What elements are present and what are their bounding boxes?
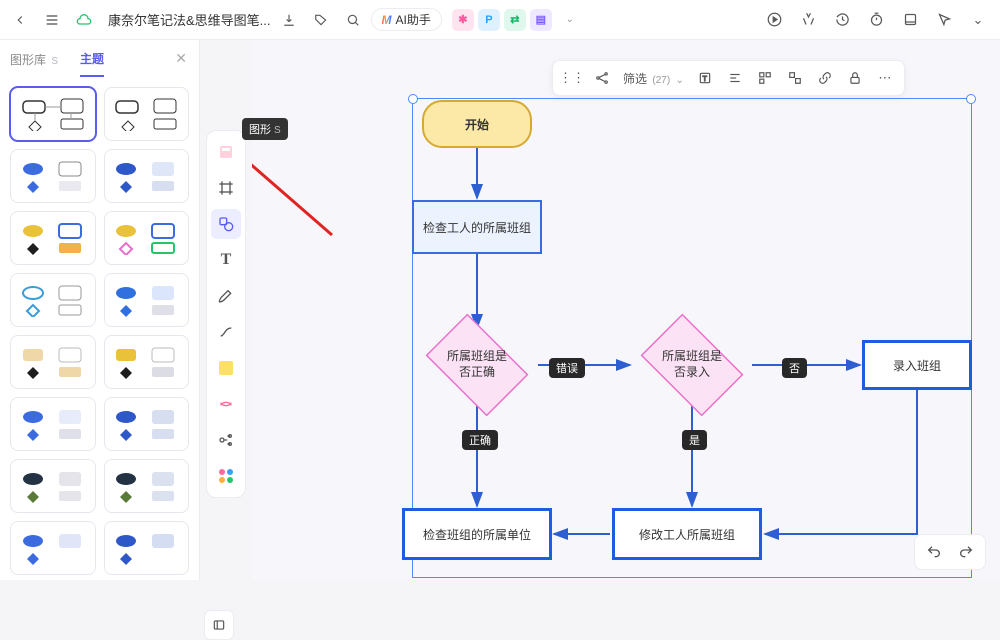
replace-shape-icon[interactable] <box>782 65 808 91</box>
edge-label-yes: 是 <box>682 430 707 450</box>
lock-icon[interactable] <box>842 65 868 91</box>
node-decision-correct[interactable]: 所属班组是 否正确 <box>417 324 537 406</box>
node-check-unit[interactable]: 检查班组的所属单位 <box>402 508 552 560</box>
cloud-icon <box>70 6 98 34</box>
selection-count[interactable]: 筛选 (27) ⌄ <box>619 70 688 87</box>
theme-card[interactable] <box>10 273 96 327</box>
node-start[interactable]: 开始 <box>422 100 532 148</box>
search-button[interactable] <box>339 6 367 34</box>
play-button[interactable] <box>760 6 788 34</box>
app-chip-4[interactable]: ▤ <box>530 9 552 31</box>
theme-card[interactable] <box>10 87 96 141</box>
back-button[interactable] <box>6 6 34 34</box>
template-tool[interactable] <box>211 137 241 167</box>
app-switcher: ✱ P ⇄ ▤ <box>452 9 552 31</box>
canvas[interactable]: ⋮⋮ 筛选 (27) ⌄ T ⋯ 开始 <box>252 40 1000 580</box>
theme-card[interactable] <box>104 335 190 389</box>
app-chip-3[interactable]: ⇄ <box>504 9 526 31</box>
close-panel-icon[interactable]: ✕ <box>175 50 187 67</box>
node-modify-group[interactable]: 修改工人所属班组 <box>612 508 762 560</box>
timer-button[interactable] <box>862 6 890 34</box>
theme-card[interactable] <box>104 211 190 265</box>
undo-redo-bar <box>914 534 986 570</box>
more-icon[interactable]: ⋯ <box>872 65 898 91</box>
edge-label-wrong: 错误 <box>549 358 585 378</box>
undo-button[interactable] <box>921 539 947 565</box>
top-toolbar: 康奈尔笔记法&思维导图笔... MAI助手 ✱ P ⇄ ▤ ⌄ ⌄ <box>0 0 1000 40</box>
theme-card[interactable] <box>104 149 190 203</box>
tab-shapes-key: S <box>51 56 58 67</box>
app-chip-2[interactable]: P <box>478 9 500 31</box>
sticky-tool[interactable] <box>211 353 241 383</box>
insert-button[interactable] <box>896 6 924 34</box>
link-icon[interactable] <box>812 65 838 91</box>
share-node-icon[interactable] <box>589 65 615 91</box>
theme-card[interactable] <box>104 397 190 451</box>
edge-label-no: 否 <box>782 358 807 378</box>
selection-toolbar: ⋮⋮ 筛选 (27) ⌄ T ⋯ <box>552 60 905 96</box>
shape-tooltip: 图形S <box>242 118 288 140</box>
theme-card[interactable] <box>10 211 96 265</box>
apps-tool[interactable] <box>211 461 241 491</box>
more-apps-icon[interactable]: ⌄ <box>556 6 584 34</box>
theme-card[interactable] <box>104 521 190 575</box>
edge-label-correct: 正确 <box>462 430 498 450</box>
shape-tool[interactable] <box>211 209 241 239</box>
align-icon[interactable] <box>722 65 748 91</box>
present-button[interactable] <box>794 6 822 34</box>
mindmap-tool[interactable] <box>211 425 241 455</box>
more-shapes-tool[interactable] <box>211 389 241 419</box>
theme-card[interactable] <box>10 397 96 451</box>
document-title[interactable]: 康奈尔笔记法&思维导图笔... <box>108 10 271 29</box>
layout-icon[interactable] <box>752 65 778 91</box>
text-tool[interactable]: T <box>211 245 241 275</box>
pen-tool[interactable] <box>211 281 241 311</box>
theme-card[interactable] <box>104 273 190 327</box>
tab-shapes-label: 图形库 <box>10 53 46 67</box>
tag-button[interactable] <box>307 6 335 34</box>
download-button[interactable] <box>275 6 303 34</box>
menu-button[interactable] <box>38 6 66 34</box>
node-enter-group[interactable]: 录入班组 <box>862 340 972 390</box>
pointer-button[interactable] <box>930 6 958 34</box>
overflow-button[interactable]: ⌄ <box>964 6 992 34</box>
theme-card[interactable] <box>10 149 96 203</box>
tab-theme[interactable]: 主题 <box>80 50 104 77</box>
svg-text:T: T <box>703 76 708 83</box>
text-style-icon[interactable]: T <box>692 65 718 91</box>
theme-card[interactable] <box>104 87 190 141</box>
node-decision-entered[interactable]: 所属班组是 否录入 <box>632 324 752 406</box>
theme-grid <box>0 77 199 580</box>
theme-card[interactable] <box>10 521 96 575</box>
connector-tool[interactable] <box>211 317 241 347</box>
node-check-group[interactable]: 检查工人的所属班组 <box>412 200 542 254</box>
app-chip-1[interactable]: ✱ <box>452 9 474 31</box>
ai-label: AI助手 <box>396 11 431 28</box>
theme-panel: 图形库 S 主题 ✕ <box>0 40 200 580</box>
drag-handle-icon[interactable]: ⋮⋮ <box>559 65 585 91</box>
theme-card[interactable] <box>10 459 96 513</box>
collapse-rail-button[interactable] <box>204 610 234 640</box>
frame-tool[interactable] <box>211 173 241 203</box>
redo-button[interactable] <box>953 539 979 565</box>
theme-card[interactable] <box>10 335 96 389</box>
theme-card[interactable] <box>104 459 190 513</box>
ai-assistant-button[interactable]: MAI助手 <box>371 8 442 31</box>
tool-rail: T <box>206 130 246 498</box>
tab-shapes[interactable]: 图形库 S <box>10 51 58 76</box>
history-button[interactable] <box>828 6 856 34</box>
